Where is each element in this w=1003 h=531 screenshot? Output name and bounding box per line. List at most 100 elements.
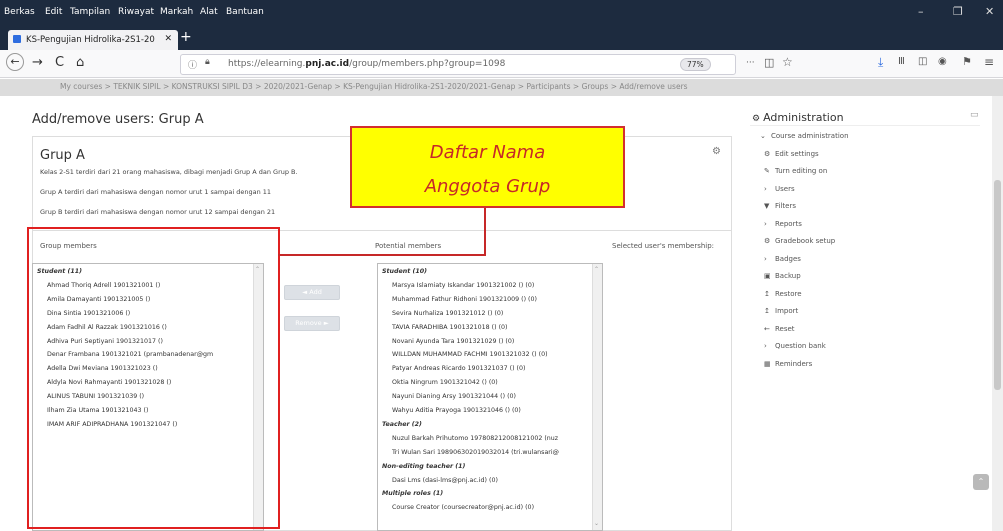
admin-item-label: Badges <box>775 254 801 263</box>
annotation-connector-line <box>484 206 486 256</box>
browser-tab[interactable]: KS-Pengujian Hidrolika-2S1-20 ✕ <box>8 30 178 50</box>
reload-icon[interactable]: C <box>55 55 64 70</box>
admin-item-badges[interactable]: › Badges <box>764 255 801 263</box>
bookmark-star-icon[interactable]: ☆ <box>782 55 793 69</box>
lock-icon[interactable]: 🔒︎ <box>205 57 210 67</box>
filter-icon: ▼ <box>764 202 770 210</box>
add-button[interactable]: ◄ Add <box>284 285 340 300</box>
group-title: Grup A <box>40 148 85 163</box>
gear-icon[interactable]: ⚙ <box>712 146 721 157</box>
close-window-icon[interactable]: ✕ <box>985 5 994 18</box>
admin-item-reports[interactable]: › Reports <box>764 220 802 228</box>
potential-members-label: Potential members <box>375 242 442 250</box>
list-item[interactable]: Muhammad Fathur Ridhoni 1901321009 () (0… <box>392 296 537 303</box>
scrollbar-thumb[interactable] <box>994 180 1001 390</box>
menu-edit[interactable]: Edit <box>45 7 62 17</box>
menu-alat[interactable]: Alat <box>200 7 218 17</box>
account-icon[interactable]: ◉ <box>938 56 947 67</box>
new-tab-button[interactable]: + <box>180 29 192 45</box>
page-actions-icon[interactable]: ··· <box>746 58 755 68</box>
admin-item-import[interactable]: ↥ Import <box>764 307 798 315</box>
list-scrollbar[interactable] <box>592 264 602 530</box>
list-item[interactable]: Oktia Ningrum 1901321042 () (0) <box>392 379 498 386</box>
chevron-right-icon: › <box>764 342 767 350</box>
pocket-icon[interactable]: ◫ <box>764 56 774 69</box>
minimize-icon[interactable]: – <box>918 5 924 18</box>
menu-bantuan[interactable]: Bantuan <box>226 7 264 17</box>
menu-riwayat[interactable]: Riwayat <box>118 7 154 17</box>
annotation-highlight-box <box>27 227 280 529</box>
menu-tampilan[interactable]: Tampilan <box>70 7 110 17</box>
list-item[interactable]: Sevira Nurhaliza 1901321012 () (0) <box>392 310 503 317</box>
admin-item-reset[interactable]: ← Reset <box>764 325 795 333</box>
admin-item-filters[interactable]: ▼ Filters <box>764 202 796 210</box>
breadcrumb[interactable]: My courses > TEKNIK SIPIL > KONSTRUKSI S… <box>0 79 1003 96</box>
potential-members-list[interactable]: ⌃ ⌄ Student (10) Marsya Islamiaty Iskanda… <box>377 263 603 531</box>
admin-block-title: ⚙ Administration <box>752 111 844 124</box>
admin-item-label: Edit settings <box>775 149 819 158</box>
forward-icon[interactable]: → <box>32 55 43 70</box>
list-item[interactable]: Marsya Islamiaty Iskandar 1901321002 () … <box>392 282 534 289</box>
list-item[interactable]: WILLDAN MUHAMMAD FACHMI 1901321032 () (0… <box>392 351 548 358</box>
admin-item-restore[interactable]: ↥ Restore <box>764 290 802 298</box>
list-item[interactable]: TAVIA FARADHIBA 1901321018 () (0) <box>392 324 507 331</box>
library-icon[interactable]: Ⅲ <box>898 56 905 67</box>
list-item[interactable]: Wahyu Aditia Prayoga 1901321046 () (0) <box>392 407 521 414</box>
block-collapse-icon[interactable]: ▭ <box>970 110 979 120</box>
list-item[interactable]: Nuzul Barkah Prihutomo 19780821200812100… <box>392 435 558 442</box>
calendar-icon: ▦ <box>764 359 771 368</box>
admin-item-backup[interactable]: ▣ Backup <box>764 272 801 280</box>
hamburger-menu-icon[interactable]: ≡ <box>984 55 994 69</box>
chevron-right-icon: › <box>764 254 767 263</box>
admin-item-label: Course administration <box>771 132 849 140</box>
home-icon[interactable]: ⌂ <box>76 55 84 70</box>
cogs-icon: ⚙ <box>752 114 761 124</box>
admin-item-label: Reset <box>775 324 795 333</box>
scroll-down-icon[interactable]: ⌄ <box>594 520 599 527</box>
sidebar-icon[interactable]: ◫ <box>918 56 927 67</box>
admin-item-course-administration[interactable]: ⌄ Course administration <box>760 132 849 140</box>
chevron-right-icon: › <box>764 184 767 193</box>
list-item[interactable]: Course Creator (coursecreator@pnj.ac.id)… <box>392 504 534 511</box>
maximize-icon[interactable]: ❐ <box>953 5 963 18</box>
list-item[interactable]: Tri Wulan Sari 198906302019032014 (tri.w… <box>392 449 559 456</box>
favicon-icon <box>13 35 21 43</box>
remove-button[interactable]: Remove ► <box>284 316 340 331</box>
admin-item-edit-settings[interactable]: ⚙ Edit settings <box>764 150 819 158</box>
admin-item-label: Restore <box>775 289 802 298</box>
backup-icon: ▣ <box>764 272 771 280</box>
zoom-indicator[interactable]: 77% <box>680 58 711 71</box>
close-tab-icon[interactable]: ✕ <box>164 34 172 44</box>
admin-item-reminders[interactable]: ▦ Reminders <box>764 360 812 368</box>
list-group-header: Teacher (2) <box>382 420 422 428</box>
selected-membership-label: Selected user's membership: <box>612 242 715 250</box>
info-icon[interactable]: ⓘ <box>188 58 197 71</box>
back-icon[interactable]: ← <box>6 53 24 71</box>
list-group-header: Non-editing teacher (1) <box>382 462 466 470</box>
list-item[interactable]: Dasi Lms (dasi-lms@pnj.ac.id) (0) <box>392 477 498 484</box>
list-item[interactable]: Nayuni Dianing Arsy 1901321044 () (0) <box>392 393 516 400</box>
download-icon[interactable]: ⤓ <box>878 55 883 70</box>
back-to-top-button[interactable]: ⌃ <box>973 474 989 490</box>
admin-item-gradebook-setup[interactable]: ⚙ Gradebook setup <box>764 237 835 245</box>
chevron-right-icon: › <box>764 219 767 228</box>
admin-item-turn-editing-on[interactable]: ✎ Turn editing on <box>764 167 827 175</box>
chevron-down-icon: ⌄ <box>760 132 766 140</box>
scroll-up-icon[interactable]: ⌃ <box>594 266 599 273</box>
menu-berkas[interactable]: Berkas <box>4 7 35 17</box>
admin-item-label: Reminders <box>775 359 813 368</box>
list-item[interactable]: Patyar Andreas Ricardo 1901321037 () (0) <box>392 365 525 372</box>
restore-icon: ↥ <box>764 289 770 298</box>
annotation-connector-line <box>278 254 484 256</box>
list-item[interactable]: Novani Ayunda Tara 1901321029 () (0) <box>392 338 514 345</box>
reset-icon: ← <box>764 324 770 333</box>
page-title: Add/remove users: Grup A <box>32 112 204 127</box>
admin-item-question-bank[interactable]: › Question bank <box>764 342 826 350</box>
callout-line: Anggota Grup <box>424 176 551 197</box>
admin-item-users[interactable]: › Users <box>764 185 795 193</box>
extensions-icon[interactable]: ⚑ <box>962 55 972 68</box>
group-description-line: Grup A terdiri dari mahasiswa dengan nom… <box>40 188 272 196</box>
menu-markah[interactable]: Markah <box>160 7 193 17</box>
admin-item-label: Backup <box>775 272 801 280</box>
gear-icon: ⚙ <box>764 237 771 245</box>
